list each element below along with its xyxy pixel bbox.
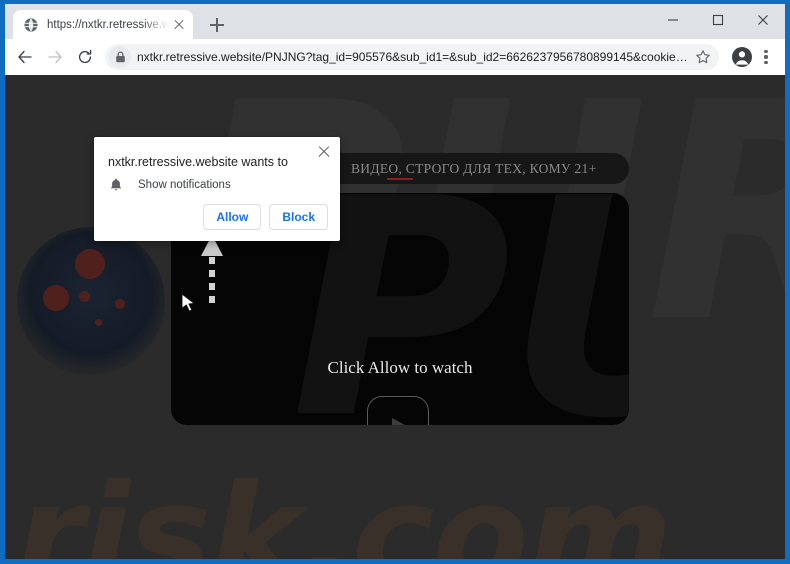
- decorative-dot: [75, 249, 105, 279]
- globe-icon: [23, 17, 39, 33]
- close-window-button[interactable]: [740, 4, 785, 36]
- forward-button[interactable]: [41, 43, 69, 71]
- dialog-close-icon[interactable]: [317, 145, 331, 159]
- allow-button[interactable]: Allow: [203, 204, 262, 230]
- decorative-dot: [115, 299, 125, 309]
- dialog-title: nxtkr.retressive.website wants to: [108, 155, 288, 169]
- three-dot-menu-icon[interactable]: [755, 44, 777, 70]
- video-watermark: PURE: [291, 193, 629, 425]
- permission-option-label: Show notifications: [138, 179, 231, 191]
- dialog-actions: Allow Block: [203, 204, 328, 230]
- decorative-dot: [95, 319, 102, 326]
- reload-button[interactable]: [71, 43, 99, 71]
- lock-icon[interactable]: [109, 46, 131, 68]
- age-banner-text: ВИДЕО, СТРОГО ДЛЯ ТЕХ, КОМУ 21+: [351, 160, 597, 176]
- address-bar[interactable]: nxtkr.retressive.website/PNJNG?tag_id=90…: [105, 44, 719, 70]
- background-watermark-bottom: risk.com: [15, 455, 673, 559]
- window-controls: [650, 4, 785, 36]
- maximize-button[interactable]: [695, 4, 740, 36]
- age-underline: [387, 178, 413, 180]
- decorative-dot: [43, 285, 69, 311]
- call-to-action-text: Click Allow to watch: [327, 358, 473, 377]
- play-button-icon[interactable]: [367, 396, 429, 425]
- dashed-up-arrow-icon: [201, 235, 223, 307]
- permission-option-row: Show notifications: [108, 177, 231, 193]
- tab-close-icon[interactable]: [171, 17, 187, 33]
- notification-permission-dialog: nxtkr.retressive.website wants to Show n…: [94, 137, 340, 241]
- page-viewport: PURE risk.com ВИДЕО, СТРОГО ДЛЯ ТЕХ, КОМ…: [5, 75, 785, 559]
- navigation-toolbar: nxtkr.retressive.website/PNJNG?tag_id=90…: [5, 39, 785, 75]
- back-button[interactable]: [11, 43, 39, 71]
- mouse-pointer-icon: [181, 293, 195, 312]
- screenshot-frame: https://nxtkr.retressive.website/P: [0, 0, 790, 564]
- star-icon[interactable]: [695, 49, 711, 65]
- play-triangle: [392, 418, 418, 425]
- tab-strip: https://nxtkr.retressive.website/P: [5, 4, 785, 39]
- block-button[interactable]: Block: [269, 204, 328, 230]
- arrow-shaft: [208, 257, 215, 307]
- new-tab-button[interactable]: [205, 13, 229, 37]
- tab-title: https://nxtkr.retressive.website/P: [47, 18, 169, 31]
- bell-icon: [108, 177, 124, 193]
- decorative-circle: [17, 227, 165, 375]
- account-avatar-icon[interactable]: [729, 44, 755, 70]
- decorative-dot: [79, 291, 90, 302]
- browser-tab[interactable]: https://nxtkr.retressive.website/P: [13, 10, 193, 39]
- minimize-button[interactable]: [650, 4, 695, 36]
- browser-window: https://nxtkr.retressive.website/P: [5, 4, 785, 559]
- url-text: nxtkr.retressive.website/PNJNG?tag_id=90…: [137, 50, 691, 64]
